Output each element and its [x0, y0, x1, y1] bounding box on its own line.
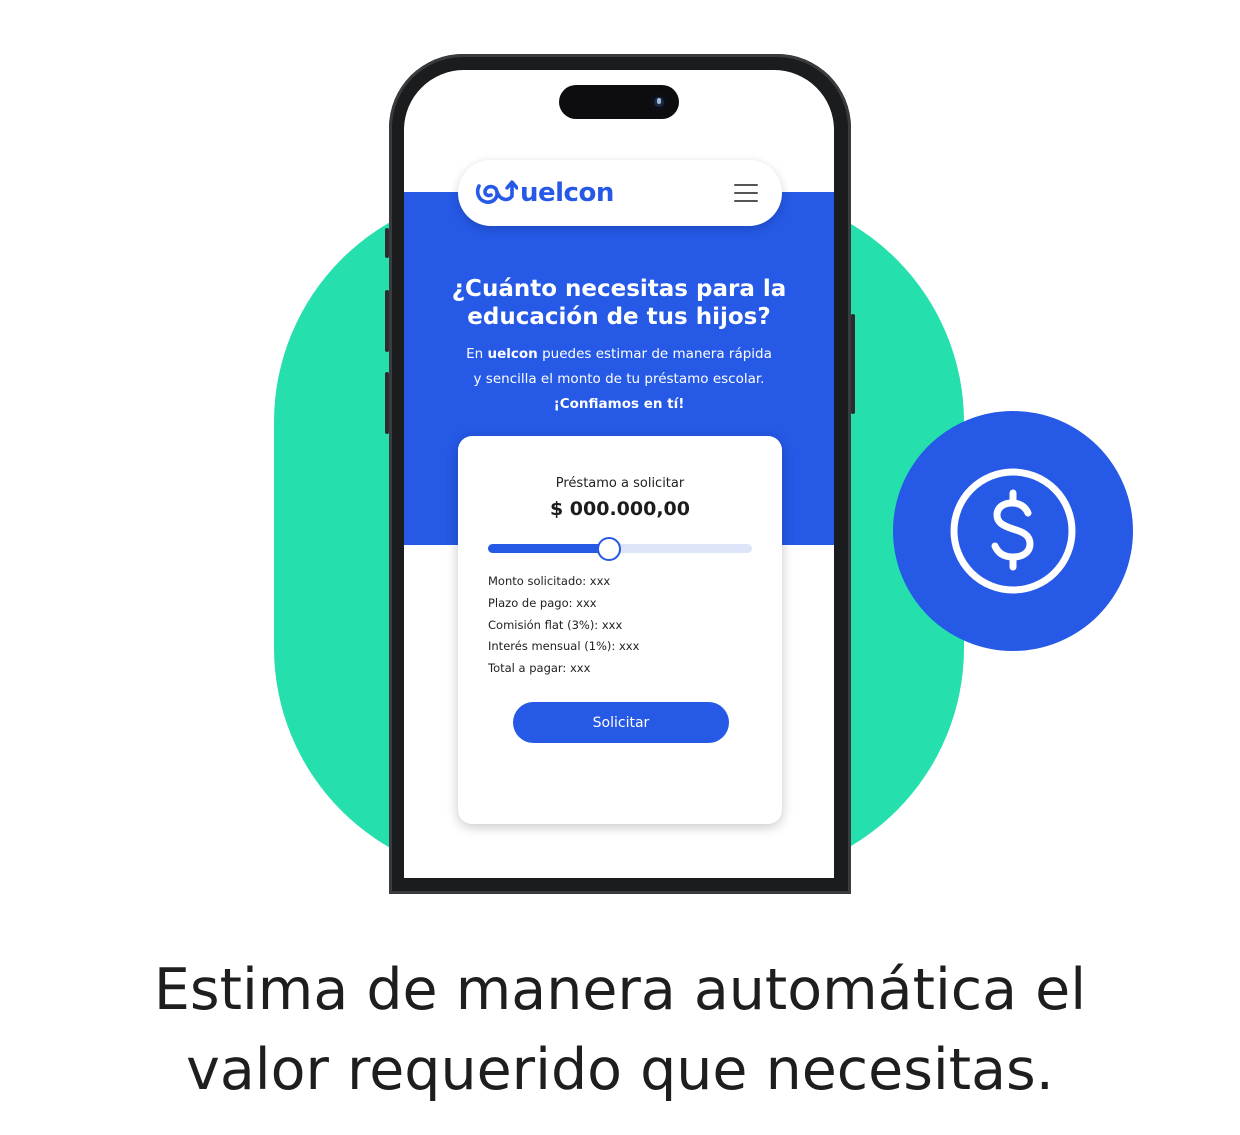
caption-line: Estima de manera automática el	[153, 957, 1087, 1023]
detail-comision-flat: Comisión flat (3%): xxx	[488, 617, 623, 632]
hero-desc-text: En	[466, 346, 488, 362]
detail-total-a-pagar: Total a pagar: xxx	[488, 661, 591, 676]
hero-title: ¿Cuánto necesitas para la educación de t…	[404, 275, 834, 331]
phone-side-button	[385, 290, 389, 352]
dynamic-island	[559, 85, 679, 119]
hero-description: En uelcon puedes estimar de manera rápid…	[464, 342, 774, 417]
hero-title-line: educación de tus hijos?	[467, 304, 771, 330]
phone-side-button	[385, 228, 389, 258]
hero-desc-highlight: ¡Confiamos en tí!	[553, 396, 685, 412]
hero-desc-brand: uelcon	[487, 346, 538, 362]
solicitar-button[interactable]: Solicitar	[513, 702, 729, 743]
loan-calculator-card: Préstamo a solicitar $ 000.000,00 Monto …	[458, 436, 782, 824]
phone-power-button	[851, 314, 855, 414]
detail-monto-solicitado: Monto solicitado: xxx	[488, 574, 611, 588]
hero-title-line: ¿Cuánto necesitas para la	[451, 276, 787, 302]
slider-fill	[488, 544, 610, 553]
detail-plazo-de-pago: Plazo de pago: xxx	[488, 595, 597, 610]
phone-side-button	[385, 372, 389, 434]
caption-line: valor requerido que necesitas.	[186, 1037, 1054, 1103]
hamburger-menu-icon[interactable]	[734, 184, 758, 202]
loan-amount: $ 000.000,00	[549, 498, 691, 520]
detail-interes-mensual: Interés mensual (1%): xxx	[488, 639, 640, 654]
caption-text: Estima de manera automática el valor req…	[0, 950, 1240, 1110]
dollar-circle-icon	[950, 468, 1076, 594]
top-navbar: uelcon	[458, 160, 782, 226]
loan-details-list: Monto solicitado: xxx Plazo de pago: xxx…	[488, 571, 758, 680]
loan-label: Préstamo a solicitar	[555, 476, 685, 491]
loan-amount-slider[interactable]	[488, 537, 752, 561]
phone-screen: uelcon ¿Cuánto necesitas para la educaci…	[404, 70, 834, 878]
camera-icon	[651, 94, 667, 110]
dollar-badge	[893, 411, 1133, 651]
uelcon-logo-icon[interactable]	[474, 178, 518, 208]
slider-thumb[interactable]	[597, 537, 622, 561]
brand-name[interactable]: uelcon	[520, 178, 614, 208]
